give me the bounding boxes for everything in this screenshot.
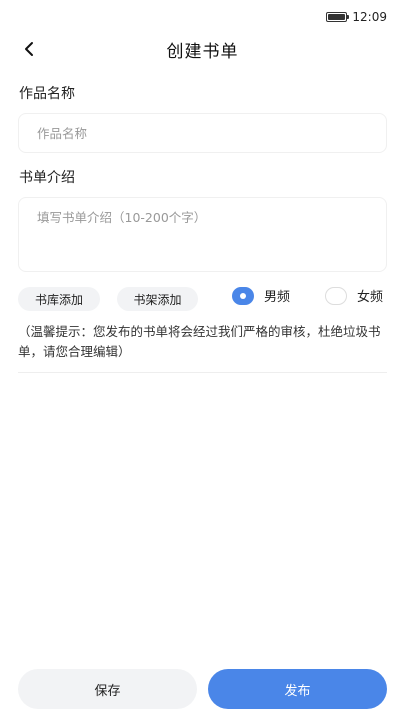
radio-male[interactable]: 男频: [232, 286, 290, 305]
intro-label: 书单介绍: [19, 170, 75, 186]
chevron-left-icon: [25, 42, 33, 56]
save-button[interactable]: 保存: [18, 669, 197, 709]
radio-female[interactable]: 女频: [325, 286, 383, 305]
name-label: 作品名称: [19, 86, 75, 102]
shelf-add-button[interactable]: 书架添加: [117, 287, 198, 311]
radio-checked-icon: [232, 286, 254, 305]
back-button[interactable]: [14, 34, 44, 64]
publish-button[interactable]: 发布: [208, 669, 387, 709]
status-bar: 12:09: [0, 0, 405, 34]
name-input[interactable]: [18, 113, 387, 153]
page-title: 创建书单: [166, 41, 239, 62]
library-add-button[interactable]: 书库添加: [18, 287, 100, 311]
intro-textarea[interactable]: [18, 197, 387, 272]
radio-unchecked-icon: [325, 286, 347, 305]
tip-text: （温馨提示：您发布的书单将会经过我们严格的审核，杜绝垃圾书单，请您合理编辑）: [18, 324, 381, 359]
create-booklist-screen: 12:09 创建书单 作品名称 书单介绍 书库添加 书架添加 男频 女频 （温馨…: [0, 0, 405, 720]
battery-icon: [326, 12, 350, 22]
radio-female-label: 女频: [357, 290, 384, 305]
header: 创建书单: [0, 34, 405, 64]
status-time: 12:09: [352, 10, 387, 24]
divider: [18, 372, 387, 373]
radio-male-label: 男频: [264, 290, 291, 305]
